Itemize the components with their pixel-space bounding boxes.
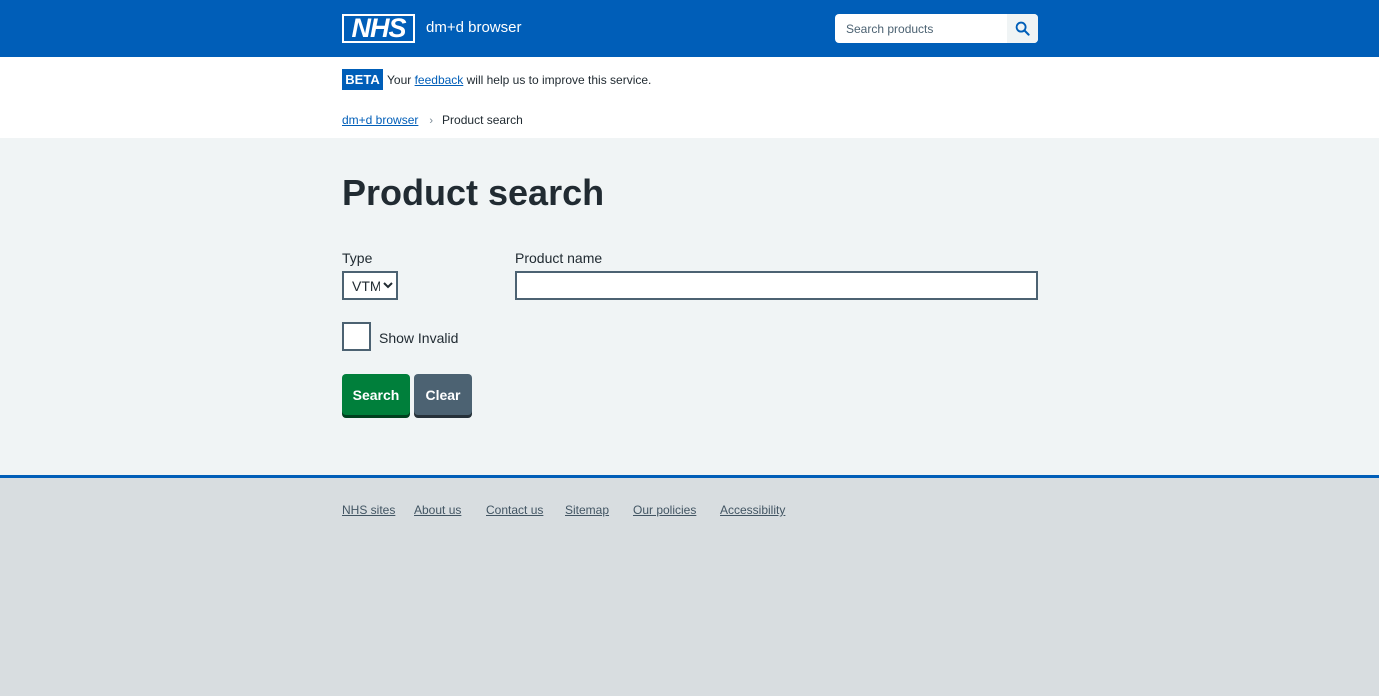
footer-link-our-policies[interactable]: Our policies [633, 502, 696, 518]
breadcrumb-current: Product search [442, 113, 523, 127]
search-button[interactable]: Search [342, 374, 410, 415]
beta-text-after: will help us to improve this service. [463, 73, 652, 87]
type-label: Type [342, 250, 373, 266]
show-invalid-label[interactable]: Show Invalid [379, 330, 458, 347]
clear-button[interactable]: Clear [414, 374, 472, 415]
type-select[interactable]: VTM [342, 271, 398, 300]
search-submit-button[interactable] [1007, 14, 1038, 43]
search-icon [1015, 21, 1030, 36]
footer-link-about-us[interactable]: About us [414, 502, 461, 518]
main-content [0, 138, 1379, 475]
breadcrumb-home-link[interactable]: dm+d browser [342, 113, 418, 127]
beta-message: Your feedback will help us to improve th… [387, 72, 651, 88]
footer-link-nhs-sites[interactable]: NHS sites [342, 502, 395, 518]
service-name[interactable]: dm+d browser [426, 19, 521, 37]
chevron-right-icon: › [429, 115, 434, 127]
footer-link-contact-us[interactable]: Contact us [486, 502, 543, 518]
nhs-logo[interactable]: NHS [342, 14, 415, 43]
footer-link-accessibility[interactable]: Accessibility [720, 502, 785, 518]
search-input[interactable] [835, 14, 1007, 43]
phase-banner-area [0, 57, 1379, 138]
product-name-label: Product name [515, 250, 603, 266]
nhs-logo-text: NHS [342, 14, 415, 43]
header-search [835, 14, 1038, 43]
page-title: Product search [342, 172, 605, 213]
beta-tag: BETA [342, 69, 383, 90]
footer-link-sitemap[interactable]: Sitemap [565, 502, 609, 518]
feedback-link[interactable]: feedback [415, 73, 464, 87]
beta-text-before: Your [387, 73, 415, 87]
header: NHS dm+d browser [0, 0, 1379, 57]
breadcrumb: dm+d browser › Product search [342, 112, 523, 129]
show-invalid-checkbox[interactable] [342, 322, 371, 351]
product-name-input[interactable] [515, 271, 1038, 300]
